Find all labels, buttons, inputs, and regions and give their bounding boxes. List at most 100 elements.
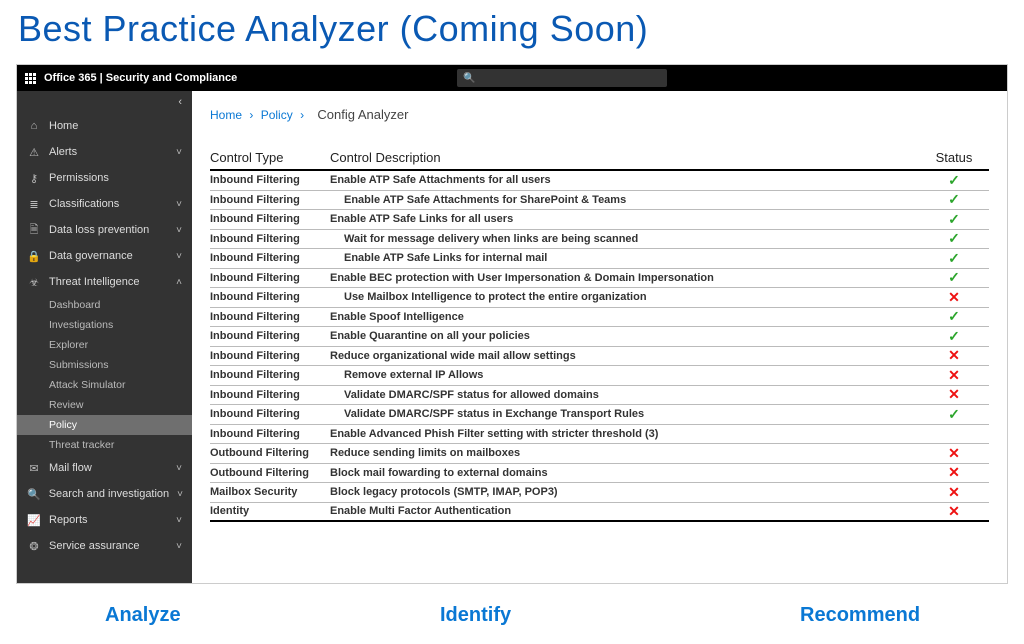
sidebar-item-service-assurance[interactable]: ❂ Service assurance ˅: [17, 533, 192, 559]
classifications-icon: ≣: [27, 198, 41, 211]
sidebar-item-label: Threat Intelligence: [49, 276, 168, 288]
chevron-right-icon: ›: [300, 108, 304, 122]
sidebar-item-permissions[interactable]: ⚷Permissions: [17, 165, 192, 191]
sidebar-item-reports[interactable]: 📈Reports˅: [17, 507, 192, 533]
table-row: Inbound FilteringRemove external IP Allo…: [210, 366, 989, 386]
chevron-down-icon: ˅: [176, 147, 182, 158]
chevron-down-icon: ˅: [176, 251, 182, 262]
table-row: Outbound FilteringBlock mail fowarding t…: [210, 464, 989, 484]
check-icon: ✓: [919, 191, 989, 208]
sidebar-item-label: Alerts: [49, 146, 168, 158]
cell-control-description: Block legacy protocols (SMTP, IMAP, POP3…: [330, 486, 919, 498]
sidebar-item-mail-flow[interactable]: ✉Mail flow˅: [17, 455, 192, 481]
cell-control-type: Inbound Filtering: [210, 408, 330, 420]
col-control-description: Control Description: [330, 150, 919, 165]
cell-control-description: Enable ATP Safe Attachments for SharePoi…: [330, 194, 919, 206]
footer-analyze: Analyze: [105, 604, 181, 627]
governance-icon: 🔒: [27, 250, 41, 263]
col-control-type: Control Type: [210, 150, 330, 165]
cell-control-description: Enable Quarantine on all your policies: [330, 330, 919, 342]
sidebar-item-label: Reports: [49, 514, 168, 526]
mailflow-icon: ✉: [27, 462, 41, 475]
cell-control-type: Outbound Filtering: [210, 467, 330, 479]
cell-control-description: Use Mailbox Intelligence to protect the …: [330, 291, 919, 303]
dlp-icon: 🗎: [27, 221, 41, 240]
sidebar-subitem-review[interactable]: Review: [17, 395, 192, 415]
threat-icon: ☣: [27, 276, 41, 289]
cell-control-description: Validate DMARC/SPF status for allowed do…: [330, 389, 919, 401]
header-bar: Office 365 | Security and Compliance 🔍: [17, 65, 1007, 91]
home-icon: ⌂: [27, 120, 41, 132]
sidebar-item-search-and-investigation[interactable]: 🔍Search and investigation˅: [17, 481, 192, 507]
sidebar-subitem-threat-tracker[interactable]: Threat tracker: [17, 435, 192, 455]
chevron-down-icon: ˅: [177, 489, 183, 500]
table-row: Inbound FilteringEnable Quarantine on al…: [210, 327, 989, 347]
sidebar-item-data-governance[interactable]: 🔒Data governance˅: [17, 243, 192, 269]
sidebar-item-label: Service assurance: [49, 540, 168, 552]
check-icon: ✓: [919, 250, 989, 267]
x-icon: ✕: [919, 386, 989, 403]
alerts-icon: ⚠: [27, 146, 41, 159]
check-icon: ✓: [919, 172, 989, 189]
reports-icon: 📈: [27, 514, 41, 527]
cell-control-type: Identity: [210, 505, 330, 517]
table-row: Inbound FilteringEnable ATP Safe Attachm…: [210, 191, 989, 211]
check-icon: ✓: [919, 230, 989, 247]
sidebar-item-label: Home: [49, 120, 182, 132]
sidebar-subitem-submissions[interactable]: Submissions: [17, 355, 192, 375]
cell-control-description: Remove external IP Allows: [330, 369, 919, 381]
table-row: Inbound FilteringEnable ATP Safe Links f…: [210, 249, 989, 269]
breadcrumb-home[interactable]: Home: [210, 108, 242, 122]
check-icon: ✓: [919, 308, 989, 325]
search-input[interactable]: 🔍: [457, 69, 667, 87]
header-title: Office 365 | Security and Compliance: [44, 72, 237, 84]
x-icon: ✕: [919, 289, 989, 306]
cell-control-type: Outbound Filtering: [210, 447, 330, 459]
chevron-left-icon: ‹: [178, 96, 182, 108]
x-icon: ✕: [919, 484, 989, 501]
sidebar-item-classifications[interactable]: ≣Classifications˅: [17, 191, 192, 217]
sidebar-subitem-dashboard[interactable]: Dashboard: [17, 295, 192, 315]
cell-control-type: Inbound Filtering: [210, 252, 330, 264]
table-row: Inbound FilteringEnable BEC protection w…: [210, 269, 989, 289]
table-row: Mailbox SecurityBlock legacy protocols (…: [210, 483, 989, 503]
sidebar-item-home[interactable]: ⌂ Home: [17, 113, 192, 139]
sidebar-item-alerts[interactable]: ⚠ Alerts ˅: [17, 139, 192, 165]
cell-control-type: Inbound Filtering: [210, 213, 330, 225]
sidebar-subitem-explorer[interactable]: Explorer: [17, 335, 192, 355]
sidebar-subitem-attack-simulator[interactable]: Attack Simulator: [17, 375, 192, 395]
permissions-icon: ⚷: [27, 172, 41, 185]
sidebar-item-threat-intelligence[interactable]: ☣ Threat Intelligence ˄: [17, 269, 192, 295]
check-icon: ✓: [919, 211, 989, 228]
table-row: Inbound FilteringUse Mailbox Intelligenc…: [210, 288, 989, 308]
table-row: Inbound FilteringEnable ATP Safe Attachm…: [210, 171, 989, 191]
service-icon: ❂: [27, 540, 41, 553]
cell-control-type: Inbound Filtering: [210, 369, 330, 381]
breadcrumb-current: Config Analyzer: [317, 107, 408, 122]
chevron-up-icon: ˄: [176, 277, 182, 288]
sidebar-item-data-loss-prevention[interactable]: 🗎Data loss prevention˅: [17, 217, 192, 243]
sidebar-item-label: Mail flow: [49, 462, 168, 474]
chevron-down-icon: ˅: [176, 541, 182, 552]
table-row: Inbound FilteringReduce organizational w…: [210, 347, 989, 367]
sidebar-subitem-policy[interactable]: Policy: [17, 415, 192, 435]
cell-control-description: Enable Advanced Phish Filter setting wit…: [330, 428, 919, 440]
cell-control-type: Inbound Filtering: [210, 272, 330, 284]
check-icon: ✓: [919, 406, 989, 423]
controls-table: Control Type Control Description Status …: [210, 150, 989, 522]
chevron-right-icon: ›: [249, 108, 253, 122]
cell-control-description: Enable Spoof Intelligence: [330, 311, 919, 323]
table-row: Inbound FilteringEnable Spoof Intelligen…: [210, 308, 989, 328]
footer-recommend: Recommend: [800, 604, 920, 627]
cell-control-type: Inbound Filtering: [210, 389, 330, 401]
breadcrumb-policy[interactable]: Policy: [261, 108, 293, 122]
collapse-sidebar-button[interactable]: ‹: [17, 91, 192, 113]
page-title: Best Practice Analyzer (Coming Soon): [0, 0, 1024, 64]
sidebar-item-label: Data loss prevention: [49, 224, 168, 236]
table-header: Control Type Control Description Status: [210, 150, 989, 171]
x-icon: ✕: [919, 445, 989, 462]
sidebar-subitem-investigations[interactable]: Investigations: [17, 315, 192, 335]
cell-control-type: Inbound Filtering: [210, 233, 330, 245]
app-launcher-icon[interactable]: [25, 73, 36, 84]
table-row: Inbound FilteringEnable Advanced Phish F…: [210, 425, 989, 445]
